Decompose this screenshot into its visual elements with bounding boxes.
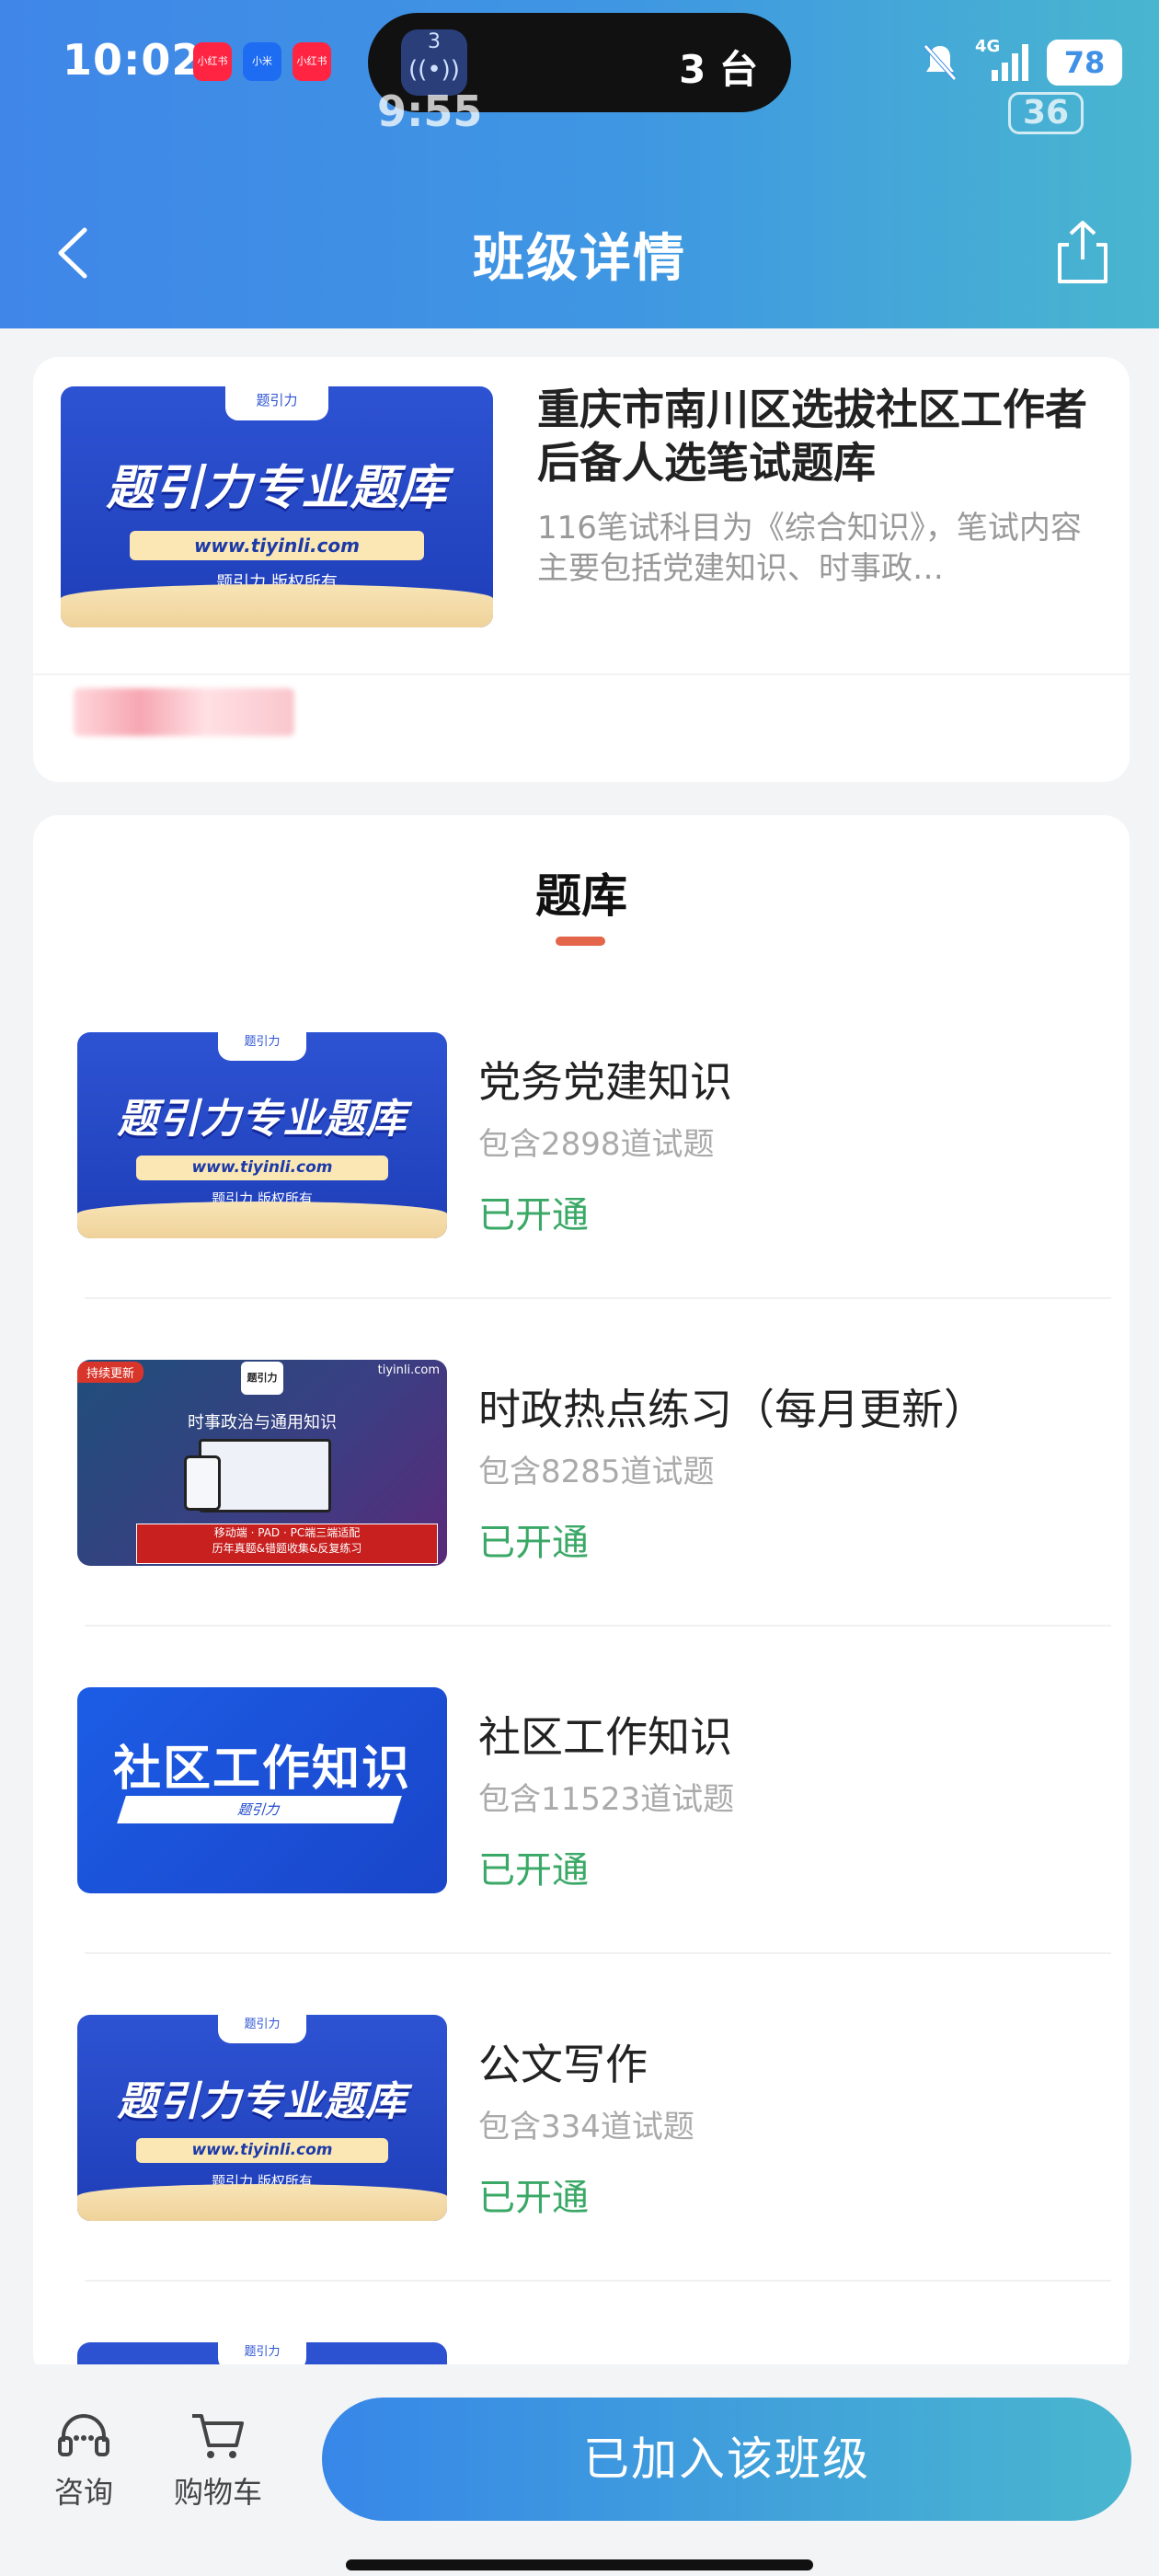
- item-cover-image: 题引力 题引力专业题库 www.tiyinli.com 题引力 版权所有: [77, 1032, 447, 1238]
- item-title: 公文写作: [478, 2040, 648, 2089]
- status-icons: 4G 78: [922, 37, 1122, 88]
- item-status: 已开通: [478, 1194, 589, 1236]
- item-question-count: 包含8285道试题: [478, 1454, 715, 1490]
- item-question-count: 包含2898道试题: [478, 1126, 715, 1163]
- item-status: 已开通: [478, 2177, 589, 2219]
- item-title: 社区工作知识: [478, 1712, 732, 1762]
- app-icon-label: 小红书: [197, 55, 228, 67]
- question-bank-item[interactable]: 社区工作知识 题引力 社区工作知识 包含11523道试题 已开通: [33, 1687, 1130, 2015]
- card-divider: [33, 673, 1130, 675]
- cover-title: 题引力专业题库: [117, 1096, 407, 1144]
- battery-indicator: 78: [1047, 40, 1122, 86]
- item-divider: [85, 1297, 1111, 1299]
- overlay-status-time: 9:55: [377, 86, 483, 136]
- cover-title: 题引力专业题库: [106, 461, 448, 517]
- cover-brand: 题引力: [117, 1796, 402, 1823]
- cover-line-2: 历年真题&错题收集&反复练习: [212, 1542, 362, 1555]
- question-bank-item[interactable]: 题引力 题引力专业题库 www.tiyinli.com 题引力 版权所有 公文写…: [33, 2015, 1130, 2342]
- cover-tab: 题引力: [217, 1032, 307, 1062]
- cellular-signal-icon: 4G: [975, 37, 1030, 83]
- cover-banner: 移动端 · PAD · PC端三端适配 历年真题&错题收集&反复练习: [136, 1524, 438, 1564]
- mute-bell-icon: [924, 44, 957, 81]
- headset-icon: [58, 2414, 109, 2456]
- course-title: 重庆市南川区选拔社区工作者后备人选笔试题库: [537, 385, 1087, 488]
- item-question-count: 包含334道试题: [478, 2109, 694, 2145]
- page-title: 班级详情: [473, 229, 686, 289]
- consult-label: 咨询: [53, 2475, 113, 2510]
- cover-site: tiyinli.com: [377, 1363, 440, 1377]
- cart-icon: [192, 2414, 244, 2458]
- question-bank-item[interactable]: 题引力 题引力专业题库 www.tiyinli.com 题引力 版权所有 党务党…: [33, 1032, 1130, 1360]
- cover-wave-decoration: [77, 2183, 447, 2221]
- course-cover-image: 题引力 题引力专业题库 www.tiyinli.com 题引力 版权所有: [61, 386, 493, 627]
- bottom-action-bar: 咨询 购物车 已加入该班级: [0, 2364, 1159, 2576]
- item-cover-image: 题引力 题引力专业题库 www.tiyinli.com 题引力 版权所有: [77, 2015, 447, 2221]
- cover-title: 题引力专业题库: [117, 2078, 407, 2126]
- cover-url: www.tiyinli.com: [136, 1156, 388, 1181]
- cover-badge: 持续更新: [77, 1362, 144, 1383]
- brand-logo: 题引力: [241, 1362, 283, 1395]
- home-indicator[interactable]: [346, 2559, 813, 2570]
- item-status: 已开通: [478, 1522, 589, 1564]
- app-shield-icon: 小米: [243, 42, 281, 81]
- network-type: 4G: [975, 37, 1001, 56]
- consult-button[interactable]: 咨询: [24, 2410, 143, 2512]
- share-button[interactable]: [1050, 217, 1115, 291]
- section-title: 题库: [535, 869, 627, 923]
- cover-line-1: 移动端 · PAD · PC端三端适配: [213, 1526, 361, 1539]
- xiaohongshu-app-icon: 小红书: [193, 42, 232, 81]
- item-title: 时政热点练习（每月更新）: [478, 1385, 986, 1434]
- item-divider: [85, 1625, 1111, 1627]
- status-time: 10:02: [63, 35, 202, 85]
- cover-title: 社区工作知识: [112, 1742, 411, 1797]
- item-cover-image: 持续更新 题引力 tiyinli.com 时事政治与通用知识 移动端 · PAD…: [77, 1360, 447, 1566]
- item-cover-image: 社区工作知识 题引力: [77, 1687, 447, 1893]
- island-badge: 3: [428, 30, 441, 53]
- cover-tab: 题引力: [217, 2015, 307, 2044]
- xiaohongshu-app-icon: 小红书: [293, 42, 331, 81]
- overlay-battery: 36: [1008, 92, 1084, 134]
- course-description: 116笔试科目为《综合知识》，笔试内容主要包括党建知识、时事政…: [537, 510, 1082, 587]
- item-divider: [85, 2280, 1111, 2282]
- header: 10:02 小红书 小米 小红书 3 ((•)) 3 台 4G 78 9:55 …: [0, 0, 1159, 328]
- item-status: 已开通: [478, 1849, 589, 1892]
- blurred-teacher-name: [74, 688, 294, 736]
- item-title: 党务党建知识: [478, 1057, 732, 1107]
- cover-tab: 题引力: [224, 386, 329, 420]
- island-text: 3 台: [679, 47, 758, 92]
- cover-wave-decoration: [61, 583, 493, 627]
- app-icon-label: 小米: [252, 55, 272, 67]
- app-icon-label: 小红书: [296, 55, 327, 67]
- phone-mockup-icon: [184, 1455, 221, 1511]
- question-bank-card: 题库 题引力 题引力专业题库 www.tiyinli.com 题引力 版权所有 …: [33, 815, 1130, 2379]
- section-underline: [556, 937, 605, 946]
- cover-url: www.tiyinli.com: [130, 531, 424, 560]
- cover-title: 时事政治与通用知识: [188, 1413, 337, 1432]
- question-bank-item[interactable]: 持续更新 题引力 tiyinli.com 时事政治与通用知识 移动端 · PAD…: [33, 1360, 1130, 1687]
- item-question-count: 包含11523道试题: [478, 1781, 735, 1818]
- signal-icon: ((•)): [408, 56, 460, 84]
- cart-button[interactable]: 购物车: [158, 2410, 278, 2512]
- share-icon: [1058, 221, 1107, 283]
- item-divider: [85, 1952, 1111, 1954]
- cart-label: 购物车: [173, 2475, 262, 2510]
- cover-wave-decoration: [77, 1201, 447, 1238]
- joined-class-button[interactable]: 已加入该班级: [322, 2398, 1131, 2521]
- cover-url: www.tiyinli.com: [136, 2138, 388, 2164]
